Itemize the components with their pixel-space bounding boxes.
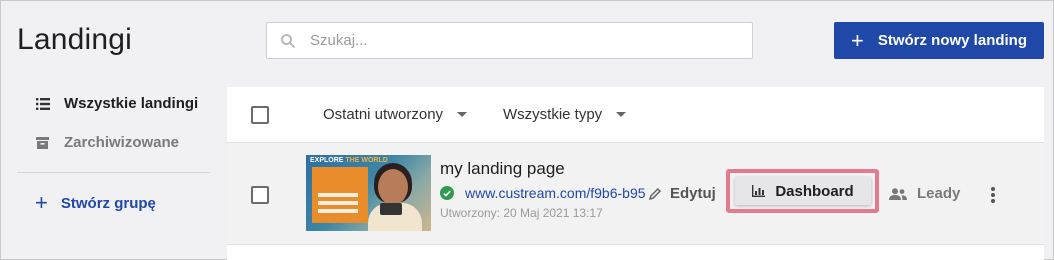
- more-options-icon[interactable]: [990, 187, 996, 203]
- landing-created-date: Utworzony: 20 Maj 2021 13:17: [440, 206, 603, 220]
- landing-url-row: www.custream.com/f9b6-b95: [440, 185, 660, 201]
- create-group-button[interactable]: + Stwórz grupę: [35, 192, 156, 214]
- page-title: Landingi: [17, 23, 133, 56]
- sort-dropdown[interactable]: Ostatni utworzony: [323, 106, 468, 123]
- sidebar-divider: [17, 172, 210, 173]
- landing-title[interactable]: my landing page: [440, 159, 565, 179]
- sidebar-item-archived[interactable]: Zarchiwizowane: [35, 134, 179, 151]
- dashboard-label: Dashboard: [775, 182, 854, 200]
- pencil-icon: [648, 187, 662, 201]
- chevron-down-icon: [616, 112, 627, 117]
- thumbnail-headline: EXPLORE THE WORLD: [310, 157, 388, 164]
- dashboard-button[interactable]: Dashboard: [735, 177, 871, 205]
- leads-label: Leady: [917, 185, 961, 202]
- type-dropdown[interactable]: Wszystkie typy: [503, 106, 627, 123]
- edit-button[interactable]: Edytuj: [648, 185, 716, 202]
- search-box[interactable]: [266, 22, 753, 59]
- chevron-down-icon: [457, 112, 468, 117]
- landing-thumbnail[interactable]: EXPLORE THE WORLD: [306, 155, 431, 231]
- create-landing-label: Stwórz nowy landing: [877, 32, 1028, 49]
- sidebar-item-all-landings[interactable]: Wszystkie landingi: [35, 95, 198, 112]
- search-input[interactable]: [310, 32, 710, 49]
- archive-icon: [35, 135, 50, 150]
- landing-url-link[interactable]: www.custream.com/f9b6-b95: [465, 185, 660, 201]
- sidebar-item-label: Wszystkie landingi: [64, 95, 199, 112]
- filter-bar: Ostatni utworzony Wszystkie typy: [227, 87, 1044, 143]
- row-checkbox[interactable]: [251, 186, 269, 204]
- edit-label: Edytuj: [670, 185, 716, 202]
- people-icon: [889, 187, 907, 200]
- create-group-label: Stwórz grupę: [60, 194, 156, 212]
- leads-button[interactable]: Leady: [889, 185, 960, 202]
- plus-icon: +: [35, 190, 48, 215]
- list-icon: [35, 96, 50, 111]
- create-landing-button[interactable]: + Stwórz nowy landing: [834, 22, 1044, 59]
- table-row: EXPLORE THE WORLD my landing page www.cu…: [227, 143, 1044, 245]
- type-dropdown-label: Wszystkie typy: [503, 106, 603, 123]
- bar-chart-icon: [752, 185, 766, 197]
- select-all-checkbox[interactable]: [251, 106, 269, 124]
- sort-dropdown-label: Ostatni utworzony: [323, 106, 444, 123]
- search-icon: [280, 33, 296, 49]
- landing-list: Ostatni utworzony Wszystkie typy EXPLORE…: [227, 87, 1044, 260]
- plus-icon: +: [850, 27, 864, 53]
- published-check-icon: [440, 186, 454, 200]
- sidebar-item-label: Zarchiwizowane: [64, 134, 180, 151]
